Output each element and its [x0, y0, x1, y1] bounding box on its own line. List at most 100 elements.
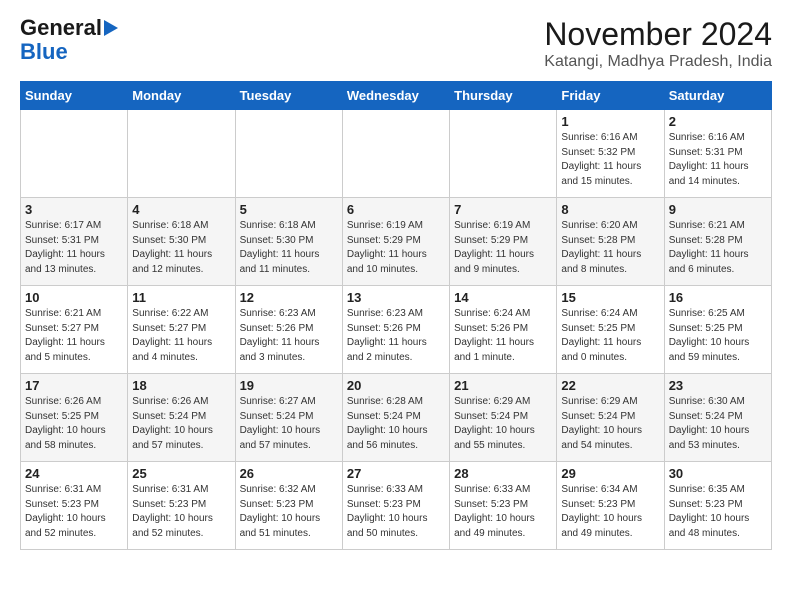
- col-friday: Friday: [557, 82, 664, 110]
- cell-w5-d1: 25 Sunrise: 6:31 AM Sunset: 5:23 PM Dayli…: [128, 462, 235, 550]
- cell-w2-d2: 5 Sunrise: 6:18 AM Sunset: 5:30 PM Daylig…: [235, 198, 342, 286]
- day-number-1: 1: [561, 114, 659, 129]
- day-info-5: Sunrise: 6:18 AM Sunset: 5:30 PM Dayligh…: [240, 220, 320, 275]
- cell-w2-d6: 9 Sunrise: 6:21 AM Sunset: 5:28 PM Daylig…: [664, 198, 771, 286]
- day-info-19: Sunrise: 6:27 AM Sunset: 5:24 PM Dayligh…: [240, 396, 321, 451]
- logo: General Blue: [20, 16, 118, 64]
- day-number-21: 21: [454, 378, 552, 393]
- day-number-18: 18: [132, 378, 230, 393]
- day-number-4: 4: [132, 202, 230, 217]
- cell-w4-d3: 20Sunrise: 6:28 AM Sunset: 5:24 PM Dayli…: [342, 374, 449, 462]
- day-info-17: Sunrise: 6:26 AM Sunset: 5:25 PM Dayligh…: [25, 396, 106, 451]
- logo-text-blue: Blue: [20, 40, 68, 64]
- day-number-23: 23: [669, 378, 767, 393]
- cell-w1-d0: [21, 110, 128, 198]
- cell-w3-d6: 16 Sunrise: 6:25 AM Sunset: 5:25 PM Dayli…: [664, 286, 771, 374]
- day-number-3: 3: [25, 202, 123, 217]
- day-number-5: 5: [240, 202, 338, 217]
- cell-w2-d5: 8Sunrise: 6:20 AM Sunset: 5:28 PM Daylig…: [557, 198, 664, 286]
- day-info-1: Sunrise: 6:16 AM Sunset: 5:32 PM Dayligh…: [561, 132, 641, 187]
- day-info-29: Sunrise: 6:34 AM Sunset: 5:23 PM Dayligh…: [561, 484, 642, 539]
- day-info-13: Sunrise: 6:23 AM Sunset: 5:26 PM Dayligh…: [347, 308, 427, 363]
- day-number-30: 30: [669, 466, 767, 481]
- cell-w3-d5: 15 Sunrise: 6:24 AM Sunset: 5:25 PM Dayli…: [557, 286, 664, 374]
- day-info-25: Sunrise: 6:31 AM Sunset: 5:23 PM Dayligh…: [132, 484, 213, 539]
- calendar-subtitle: Katangi, Madhya Pradesh, India: [544, 53, 772, 71]
- cell-w2-d1: 4 Sunrise: 6:18 AM Sunset: 5:30 PM Daylig…: [128, 198, 235, 286]
- logo-text-general: General: [20, 16, 102, 40]
- cell-w1-d5: 1 Sunrise: 6:16 AM Sunset: 5:32 PM Daylig…: [557, 110, 664, 198]
- day-info-15: Sunrise: 6:24 AM Sunset: 5:25 PM Dayligh…: [561, 308, 641, 363]
- day-info-16: Sunrise: 6:25 AM Sunset: 5:25 PM Dayligh…: [669, 308, 750, 363]
- cell-w2-d3: 6Sunrise: 6:19 AM Sunset: 5:29 PM Daylig…: [342, 198, 449, 286]
- cell-w1-d4: [450, 110, 557, 198]
- cell-w5-d3: 27Sunrise: 6:33 AM Sunset: 5:23 PM Dayli…: [342, 462, 449, 550]
- calendar-table: Sunday Monday Tuesday Wednesday Thursday…: [20, 81, 772, 550]
- cell-w1-d2: [235, 110, 342, 198]
- cell-w4-d1: 18Sunrise: 6:26 AM Sunset: 5:24 PM Dayli…: [128, 374, 235, 462]
- cell-w3-d1: 11Sunrise: 6:22 AM Sunset: 5:27 PM Dayli…: [128, 286, 235, 374]
- calendar-title: November 2024: [544, 16, 772, 53]
- day-info-4: Sunrise: 6:18 AM Sunset: 5:30 PM Dayligh…: [132, 220, 212, 275]
- day-number-17: 17: [25, 378, 123, 393]
- day-number-14: 14: [454, 290, 552, 305]
- day-info-22: Sunrise: 6:29 AM Sunset: 5:24 PM Dayligh…: [561, 396, 642, 451]
- page: General Blue November 2024 Katangi, Madh…: [0, 0, 792, 560]
- cell-w1-d6: 2 Sunrise: 6:16 AM Sunset: 5:31 PM Daylig…: [664, 110, 771, 198]
- day-info-26: Sunrise: 6:32 AM Sunset: 5:23 PM Dayligh…: [240, 484, 321, 539]
- day-info-2: Sunrise: 6:16 AM Sunset: 5:31 PM Dayligh…: [669, 132, 749, 187]
- day-number-2: 2: [669, 114, 767, 129]
- cell-w3-d0: 10 Sunrise: 6:21 AM Sunset: 5:27 PM Dayli…: [21, 286, 128, 374]
- week-row-3: 10 Sunrise: 6:21 AM Sunset: 5:27 PM Dayli…: [21, 286, 772, 374]
- week-row-1: 1 Sunrise: 6:16 AM Sunset: 5:32 PM Daylig…: [21, 110, 772, 198]
- day-info-20: Sunrise: 6:28 AM Sunset: 5:24 PM Dayligh…: [347, 396, 428, 451]
- day-info-30: Sunrise: 6:35 AM Sunset: 5:23 PM Dayligh…: [669, 484, 750, 539]
- col-monday: Monday: [128, 82, 235, 110]
- day-info-8: Sunrise: 6:20 AM Sunset: 5:28 PM Dayligh…: [561, 220, 641, 275]
- day-info-23: Sunrise: 6:30 AM Sunset: 5:24 PM Dayligh…: [669, 396, 750, 451]
- day-info-14: Sunrise: 6:24 AM Sunset: 5:26 PM Dayligh…: [454, 308, 534, 363]
- title-block: November 2024 Katangi, Madhya Pradesh, I…: [544, 16, 772, 71]
- cell-w4-d0: 17 Sunrise: 6:26 AM Sunset: 5:25 PM Dayli…: [21, 374, 128, 462]
- week-row-2: 3 Sunrise: 6:17 AM Sunset: 5:31 PM Daylig…: [21, 198, 772, 286]
- cell-w2-d4: 7 Sunrise: 6:19 AM Sunset: 5:29 PM Daylig…: [450, 198, 557, 286]
- day-info-9: Sunrise: 6:21 AM Sunset: 5:28 PM Dayligh…: [669, 220, 749, 275]
- day-number-7: 7: [454, 202, 552, 217]
- day-number-11: 11: [132, 290, 230, 305]
- col-thursday: Thursday: [450, 82, 557, 110]
- day-info-7: Sunrise: 6:19 AM Sunset: 5:29 PM Dayligh…: [454, 220, 534, 275]
- day-number-10: 10: [25, 290, 123, 305]
- day-number-27: 27: [347, 466, 445, 481]
- col-wednesday: Wednesday: [342, 82, 449, 110]
- cell-w3-d3: 13 Sunrise: 6:23 AM Sunset: 5:26 PM Dayli…: [342, 286, 449, 374]
- day-info-24: Sunrise: 6:31 AM Sunset: 5:23 PM Dayligh…: [25, 484, 106, 539]
- cell-w5-d6: 30 Sunrise: 6:35 AM Sunset: 5:23 PM Dayli…: [664, 462, 771, 550]
- cell-w1-d1: [128, 110, 235, 198]
- day-number-9: 9: [669, 202, 767, 217]
- col-saturday: Saturday: [664, 82, 771, 110]
- day-number-13: 13: [347, 290, 445, 305]
- day-info-10: Sunrise: 6:21 AM Sunset: 5:27 PM Dayligh…: [25, 308, 105, 363]
- col-sunday: Sunday: [21, 82, 128, 110]
- logo-arrow-icon: [104, 20, 118, 36]
- day-number-29: 29: [561, 466, 659, 481]
- cell-w3-d4: 14 Sunrise: 6:24 AM Sunset: 5:26 PM Dayli…: [450, 286, 557, 374]
- day-number-26: 26: [240, 466, 338, 481]
- day-number-28: 28: [454, 466, 552, 481]
- cell-w4-d2: 19Sunrise: 6:27 AM Sunset: 5:24 PM Dayli…: [235, 374, 342, 462]
- cell-w5-d0: 24 Sunrise: 6:31 AM Sunset: 5:23 PM Dayli…: [21, 462, 128, 550]
- day-number-15: 15: [561, 290, 659, 305]
- cell-w5-d2: 26 Sunrise: 6:32 AM Sunset: 5:23 PM Dayli…: [235, 462, 342, 550]
- week-row-4: 17 Sunrise: 6:26 AM Sunset: 5:25 PM Dayli…: [21, 374, 772, 462]
- cell-w1-d3: [342, 110, 449, 198]
- day-number-25: 25: [132, 466, 230, 481]
- day-number-24: 24: [25, 466, 123, 481]
- week-row-5: 24 Sunrise: 6:31 AM Sunset: 5:23 PM Dayli…: [21, 462, 772, 550]
- cell-w4-d5: 22Sunrise: 6:29 AM Sunset: 5:24 PM Dayli…: [557, 374, 664, 462]
- cell-w2-d0: 3 Sunrise: 6:17 AM Sunset: 5:31 PM Daylig…: [21, 198, 128, 286]
- day-info-6: Sunrise: 6:19 AM Sunset: 5:29 PM Dayligh…: [347, 220, 427, 275]
- day-number-12: 12: [240, 290, 338, 305]
- day-info-3: Sunrise: 6:17 AM Sunset: 5:31 PM Dayligh…: [25, 220, 105, 275]
- day-number-16: 16: [669, 290, 767, 305]
- day-info-28: Sunrise: 6:33 AM Sunset: 5:23 PM Dayligh…: [454, 484, 535, 539]
